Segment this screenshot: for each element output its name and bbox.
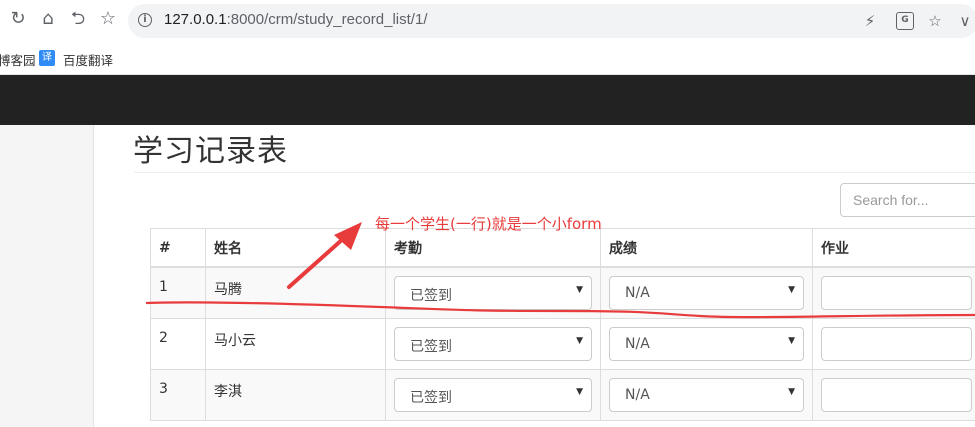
- attendance-value: 已签到: [410, 288, 452, 304]
- top-navbar: [0, 75, 975, 125]
- bookmark-baidu-translate[interactable]: 百度翻译: [63, 50, 113, 69]
- attendance-value: 已签到: [410, 389, 452, 406]
- student-name: 马小云: [205, 317, 386, 370]
- baidu-translate-icon: 译: [39, 50, 55, 66]
- row-index: 2: [150, 317, 206, 370]
- chevron-down-icon[interactable]: ∨: [956, 12, 974, 30]
- table-row: 1 马腾 已签到 ▼ N/A ▼: [150, 266, 975, 319]
- address-bar[interactable]: i 127.0.0.1:8000/crm/study_record_list/1…: [128, 4, 975, 38]
- bookmark-star-icon[interactable]: ☆: [97, 8, 119, 30]
- attendance-select[interactable]: 已签到 ▼: [394, 377, 592, 412]
- dropdown-caret-icon: ▼: [576, 386, 583, 397]
- home-icon[interactable]: ⌂: [37, 8, 59, 30]
- homework-cell: [812, 266, 975, 319]
- score-value: N/A: [625, 386, 650, 403]
- annotation-text: 每一个学生(一行)就是一个小form: [375, 215, 602, 233]
- dropdown-caret-icon: ▼: [576, 335, 583, 346]
- dropdown-caret-icon: ▼: [788, 335, 795, 346]
- back-history-icon[interactable]: ⮌: [67, 8, 89, 30]
- attendance-cell: 已签到 ▼: [385, 368, 601, 421]
- homework-input[interactable]: [821, 326, 972, 361]
- dropdown-caret-icon: ▼: [576, 285, 583, 295]
- table-row: 3 李淇 已签到 ▼ N/A ▼: [150, 368, 975, 421]
- browser-toolbar: ↻ ⌂ ⮌ ☆ i 127.0.0.1:8000/crm/study_recor…: [0, 0, 975, 42]
- homework-cell: [812, 317, 975, 370]
- page-title: 学习记录表: [133, 134, 288, 169]
- attendance-select[interactable]: 已签到 ▼: [394, 276, 592, 310]
- score-value: N/A: [625, 335, 650, 352]
- site-info-icon[interactable]: i: [138, 13, 152, 27]
- attendance-cell: 已签到 ▼: [385, 317, 601, 370]
- sidebar: [0, 125, 94, 427]
- homework-input[interactable]: [821, 276, 972, 310]
- attendance-select[interactable]: 已签到 ▼: [394, 326, 592, 361]
- column-header-score: 成绩: [600, 228, 813, 268]
- score-cell: N/A ▼: [600, 317, 813, 370]
- star-icon[interactable]: ☆: [926, 12, 944, 30]
- attendance-cell: 已签到 ▼: [385, 266, 601, 319]
- homework-input[interactable]: [821, 377, 972, 412]
- table-header-row: # 姓名 考勤 成绩 作业: [150, 228, 975, 268]
- homework-cell: [812, 368, 975, 421]
- translate-icon[interactable]: G: [896, 12, 914, 30]
- bookmark-cnblogs[interactable]: 博客园: [0, 50, 36, 69]
- study-record-table: # 姓名 考勤 成绩 作业 1 马腾 已签到 ▼ N/A ▼ 2 马小云 已签到…: [150, 228, 975, 421]
- row-index: 1: [150, 266, 206, 319]
- column-header-attendance: 考勤: [385, 228, 601, 268]
- student-name: 马腾: [205, 266, 386, 319]
- reload-icon[interactable]: ↻: [7, 8, 29, 30]
- table-row: 2 马小云 已签到 ▼ N/A ▼: [150, 317, 975, 370]
- student-name: 李淇: [205, 368, 386, 421]
- score-select[interactable]: N/A ▼: [609, 326, 804, 361]
- column-header-index: #: [150, 228, 206, 268]
- score-select[interactable]: N/A ▼: [609, 276, 804, 310]
- dropdown-caret-icon: ▼: [788, 386, 795, 397]
- score-select[interactable]: N/A ▼: [609, 377, 804, 412]
- bookmarks-bar: 博客园 百度翻译: [0, 42, 975, 75]
- url-text[interactable]: 127.0.0.1:8000/crm/study_record_list/1/: [164, 11, 428, 28]
- header-divider: [134, 172, 975, 173]
- column-header-name: 姓名: [205, 228, 386, 268]
- score-value: N/A: [625, 285, 650, 301]
- row-index: 3: [150, 368, 206, 421]
- column-header-homework: 作业: [812, 228, 975, 268]
- lightning-icon[interactable]: ⚡: [861, 12, 879, 30]
- score-cell: N/A ▼: [600, 266, 813, 319]
- search-input[interactable]: [840, 183, 975, 217]
- score-cell: N/A ▼: [600, 368, 813, 421]
- attendance-value: 已签到: [410, 338, 452, 355]
- dropdown-caret-icon: ▼: [788, 285, 795, 295]
